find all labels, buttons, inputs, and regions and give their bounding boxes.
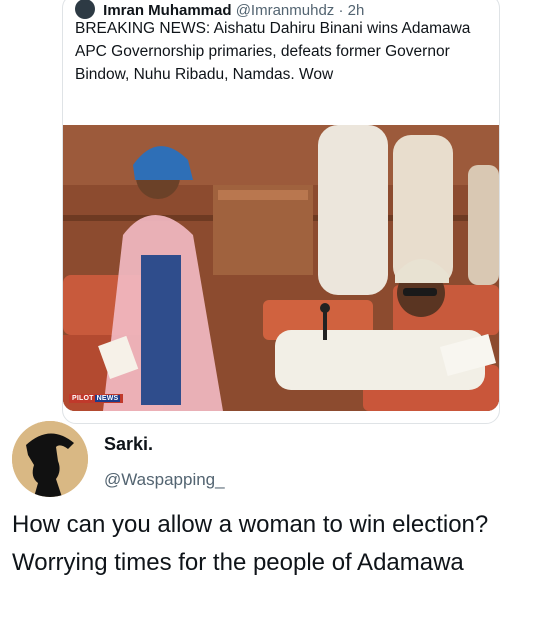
reply-author-avatar[interactable] xyxy=(12,421,88,497)
quoted-tweet-photo[interactable]: PILOT NEWS xyxy=(63,125,499,411)
watermark-pilot: PILOT xyxy=(72,395,94,402)
photo-illustration xyxy=(63,125,499,411)
photo-watermark: PILOT NEWS xyxy=(69,394,124,403)
quoted-tweet-card[interactable]: Imran Muhammad @Imranmuhdz · 2h BREAKING… xyxy=(62,0,500,424)
watermark-news: NEWS xyxy=(94,395,121,402)
silhouette-avatar-icon xyxy=(12,421,88,497)
quoted-tweet-text: BREAKING NEWS: Aishatu Dahiru Binani win… xyxy=(75,20,471,83)
more-options-icon[interactable]: ⋮ xyxy=(532,440,536,451)
reply-text: How can you allow a woman to win electio… xyxy=(12,511,489,576)
reply-author-handle[interactable]: @Waspapping_ xyxy=(104,470,225,490)
reply-author-name[interactable]: Sarki. xyxy=(104,434,153,455)
